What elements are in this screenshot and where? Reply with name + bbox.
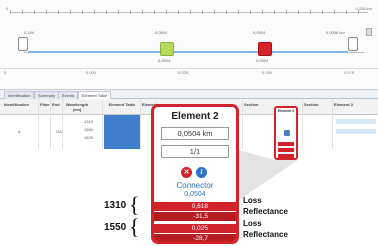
loss-1550: 0,025 (154, 224, 236, 233)
reflectance-label-1310: Reflectance (243, 207, 288, 216)
reflectance-label-1550: Reflectance (243, 230, 288, 239)
brace-1550: { (129, 214, 140, 239)
element-detail-callout: Element 2 0,0504 km 1/1 ✕ i Connector 0,… (151, 104, 239, 244)
element-type: Connector (176, 181, 214, 190)
reflectance-1550: -28,7 (154, 234, 236, 241)
element-title: Element 2 (171, 111, 219, 122)
reflectance-1310: -31,5 (154, 212, 236, 221)
olts-result-screen: 0 0,255 km 0,184 0,0504 0,0504 0,0056 km… (0, 0, 378, 246)
info-icon[interactable]: i (196, 167, 207, 178)
status-icons: ✕ i (154, 167, 236, 179)
loss-1310: 0,618 (154, 202, 236, 211)
wavelength-1310: 1310 (104, 200, 127, 211)
loss-label-1310: Loss (243, 196, 262, 205)
fail-icon: ✕ (181, 167, 192, 178)
section-distance: 0,0504 (184, 191, 206, 198)
element-distance: 0,0504 km (161, 127, 229, 140)
brace-1310: { (129, 192, 140, 217)
loss-label-1550: Loss (243, 219, 262, 228)
wavelength-1550: 1550 (104, 222, 127, 233)
element-position: 1/1 (161, 145, 229, 158)
